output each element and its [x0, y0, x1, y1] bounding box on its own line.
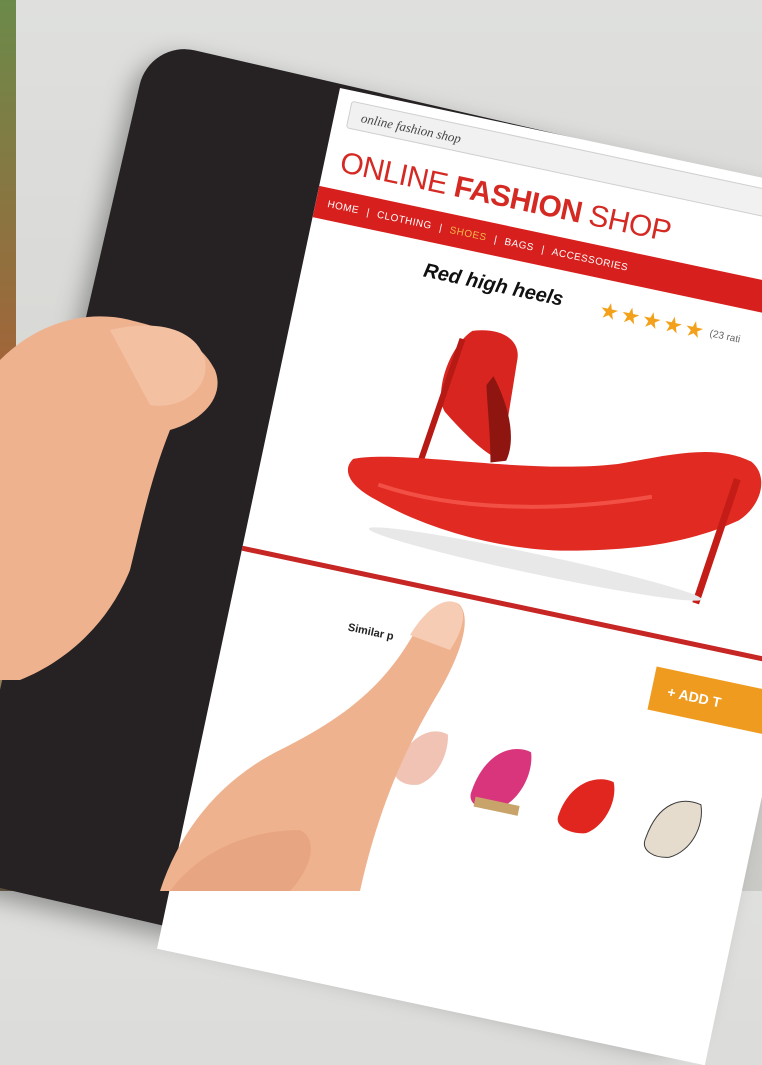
star-icon: ★: [597, 297, 622, 326]
photo-scene: online fashion shop ONLINE FASHION SHOP …: [0, 0, 762, 1065]
similar-product-thumb-red-flat[interactable]: [555, 772, 616, 839]
nav-separator: |: [365, 206, 371, 219]
nav-separator: |: [438, 222, 444, 234]
nav-bags[interactable]: BAGS: [504, 236, 535, 253]
rating-count[interactable]: (23 rati: [709, 328, 742, 345]
nav-separator: |: [493, 234, 498, 246]
star-icon: ★: [660, 310, 686, 340]
add-to-cart-button[interactable]: + ADD T: [647, 666, 762, 739]
similar-product-thumb-beige[interactable]: [642, 794, 704, 863]
star-icon: ★: [618, 301, 643, 331]
star-icon: ★: [682, 315, 707, 344]
nav-clothing[interactable]: CLOTHING: [376, 209, 433, 231]
right-hand-pointing: [160, 601, 465, 891]
logo-word-shop: SHOP: [585, 198, 674, 249]
nav-shoes[interactable]: SHOES: [449, 225, 488, 244]
star-icon: ★: [639, 306, 665, 335]
nav-accessories[interactable]: ACCESSORIES: [551, 246, 629, 273]
nav-home[interactable]: HOME: [326, 199, 360, 216]
nav-separator: |: [540, 244, 546, 256]
